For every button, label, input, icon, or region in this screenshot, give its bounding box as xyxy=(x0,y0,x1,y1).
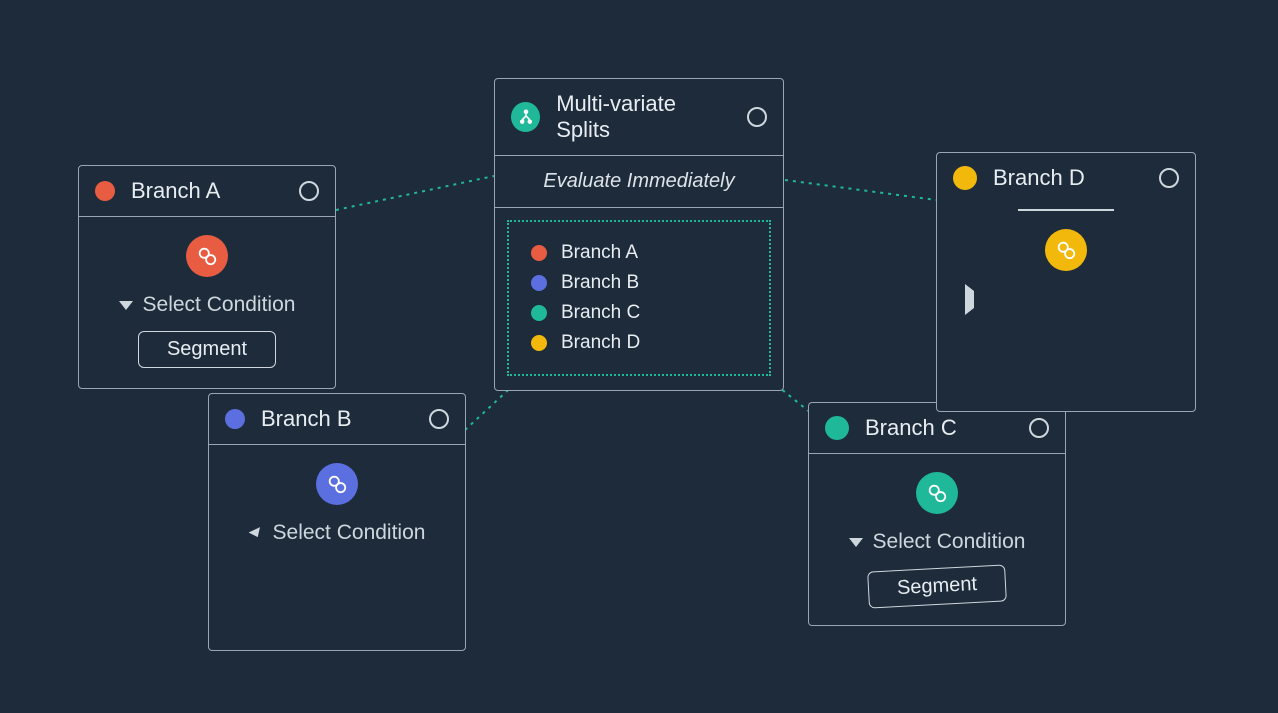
split-icon xyxy=(511,102,540,132)
branch-dot-icon xyxy=(531,305,547,321)
branch-list: Branch A Branch B Branch C Branch D xyxy=(507,220,771,376)
branch-list-item[interactable]: Branch B xyxy=(531,268,747,298)
status-ring-icon xyxy=(747,107,767,127)
branch-dot-icon xyxy=(825,416,849,440)
card-title: Multi-variate Splits xyxy=(556,91,731,143)
evaluate-label: Evaluate Immediately xyxy=(495,156,783,207)
branch-dot-icon xyxy=(225,409,245,429)
card-title: Branch C xyxy=(865,415,957,441)
condition-label: Select Condition xyxy=(273,521,426,545)
branch-list-item[interactable]: Branch C xyxy=(531,298,747,328)
card-title: Branch B xyxy=(261,406,352,432)
branch-label: Branch D xyxy=(561,332,640,354)
chevron-down-icon xyxy=(849,538,863,547)
branch-label: Branch A xyxy=(561,242,638,264)
branch-b-card[interactable]: Branch B Select Condition xyxy=(208,393,466,651)
condition-label: Select Condition xyxy=(143,293,296,317)
branch-label: Branch C xyxy=(561,302,640,324)
divider xyxy=(1018,209,1114,211)
branch-label: Branch B xyxy=(561,272,639,294)
card-title: Branch A xyxy=(131,178,220,204)
card-title: Branch D xyxy=(993,165,1085,191)
chevron-down-icon xyxy=(119,301,133,310)
branch-dot-icon xyxy=(95,181,115,201)
branch-list-item[interactable]: Branch A xyxy=(531,238,747,268)
condition-icon xyxy=(316,463,358,505)
branch-d-card[interactable]: Branch D xyxy=(936,152,1196,412)
segment-button[interactable]: Segment xyxy=(867,564,1007,608)
select-condition-dropdown[interactable]: Select Condition xyxy=(849,530,1026,554)
branch-dot-icon xyxy=(531,275,547,291)
chevron-right-icon xyxy=(965,284,974,315)
branch-c-card[interactable]: Branch C Select Condition Segment xyxy=(808,402,1066,626)
condition-icon xyxy=(1045,229,1087,271)
expand-toggle[interactable] xyxy=(965,291,974,309)
branch-list-item[interactable]: Branch D xyxy=(531,328,747,358)
branch-dot-icon xyxy=(531,245,547,261)
branch-a-card[interactable]: Branch A Select Condition Segment xyxy=(78,165,336,389)
condition-label: Select Condition xyxy=(873,530,1026,554)
condition-icon xyxy=(916,472,958,514)
status-ring-icon xyxy=(1029,418,1049,438)
chevron-down-icon xyxy=(248,527,263,540)
branch-dot-icon xyxy=(953,166,977,190)
condition-icon xyxy=(186,235,228,277)
card-header: Multi-variate Splits xyxy=(495,79,783,156)
branch-dot-icon xyxy=(531,335,547,351)
status-ring-icon xyxy=(429,409,449,429)
select-condition-dropdown[interactable]: Select Condition xyxy=(249,521,426,545)
segment-button[interactable]: Segment xyxy=(138,331,276,368)
status-ring-icon xyxy=(1159,168,1179,188)
status-ring-icon xyxy=(299,181,319,201)
select-condition-dropdown[interactable]: Select Condition xyxy=(119,293,296,317)
multivariate-splits-card[interactable]: Multi-variate Splits Evaluate Immediatel… xyxy=(494,78,784,391)
